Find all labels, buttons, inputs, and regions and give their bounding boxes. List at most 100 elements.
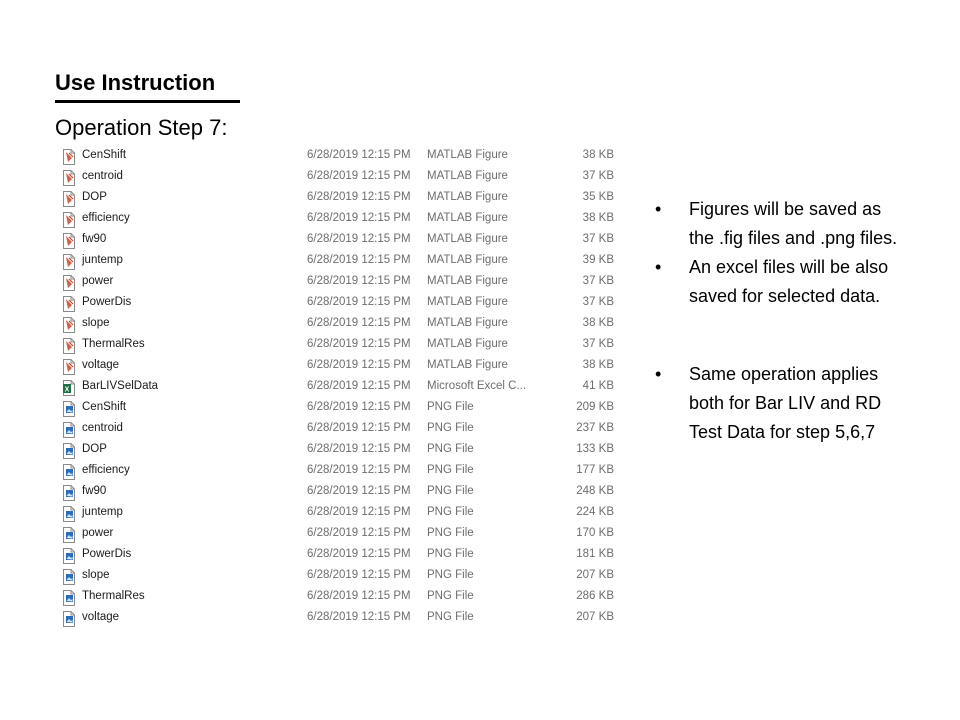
note-line: saved for selected data. — [689, 286, 881, 306]
file-date: 6/28/2019 12:15 PM — [307, 611, 411, 623]
file-size: 170 KB — [576, 527, 614, 539]
file-type: PNG File — [427, 401, 474, 413]
file-name: ThermalRes — [82, 590, 145, 602]
bullet-icon: • — [655, 257, 662, 277]
slide-title: Use Instruction — [55, 70, 216, 95]
file-name: slope — [82, 569, 110, 581]
file-name: centroid — [82, 170, 123, 182]
file-row[interactable]: slope 6/28/2019 12:15 PM MATLAB Figure 38 K… — [62, 313, 622, 334]
note-item: • An excel files will be also saved for … — [655, 253, 897, 311]
file-row[interactable]: fw90 6/28/2019 12:15 PM PNG File 248 KB — [62, 481, 622, 502]
file-type: PNG File — [427, 611, 474, 623]
file-size: 209 KB — [576, 401, 614, 413]
matlab-fig-icon — [62, 149, 76, 165]
file-date: 6/28/2019 12:15 PM — [307, 443, 411, 455]
file-date: 6/28/2019 12:15 PM — [307, 485, 411, 497]
file-row[interactable]: ThermalRes 6/28/2019 12:15 PM PNG File 286 … — [62, 586, 622, 607]
png-file-icon — [62, 527, 76, 543]
bullet-icon: • — [655, 364, 662, 384]
file-type: PNG File — [427, 590, 474, 602]
file-row[interactable]: juntemp 6/28/2019 12:15 PM MATLAB Figure 39… — [62, 250, 622, 271]
file-row[interactable]: juntemp 6/28/2019 12:15 PM PNG File 224 KB — [62, 502, 622, 523]
file-size: 37 KB — [582, 296, 614, 308]
file-name: PowerDis — [82, 296, 132, 308]
svg-text:X: X — [65, 387, 70, 394]
file-row[interactable]: voltage 6/28/2019 12:15 PM PNG File 207 KB — [62, 607, 622, 628]
file-type: Microsoft Excel C... — [427, 380, 527, 392]
file-type: MATLAB Figure — [427, 317, 508, 329]
file-row[interactable]: DOP 6/28/2019 12:15 PM PNG File 133 KB — [62, 439, 622, 460]
file-name: efficiency — [82, 212, 130, 224]
file-size: 38 KB — [582, 359, 614, 371]
notes-group-1: • Figures will be saved as the .fig file… — [655, 195, 897, 311]
file-size: 177 KB — [576, 464, 614, 476]
file-name: voltage — [82, 359, 120, 371]
file-row[interactable]: voltage 6/28/2019 12:15 PM MATLAB Figure 38… — [62, 355, 622, 376]
file-size: 181 KB — [576, 548, 614, 560]
file-size: 37 KB — [582, 338, 614, 350]
file-type: PNG File — [427, 569, 474, 581]
file-type: PNG File — [427, 464, 474, 476]
file-row[interactable]: ThermalRes 6/28/2019 12:15 PM MATLAB Figur… — [62, 334, 622, 355]
png-file-icon — [62, 569, 76, 585]
file-row[interactable]: PowerDis 6/28/2019 12:15 PM MATLAB Figure 3… — [62, 292, 622, 313]
file-date: 6/28/2019 12:15 PM — [307, 149, 411, 161]
file-type: MATLAB Figure — [427, 212, 508, 224]
file-type: MATLAB Figure — [427, 254, 508, 266]
matlab-fig-icon — [62, 191, 76, 207]
file-row[interactable]: DOP 6/28/2019 12:15 PM MATLAB Figure 35 KB — [62, 187, 622, 208]
file-date: 6/28/2019 12:15 PM — [307, 548, 411, 560]
png-file-icon — [62, 590, 76, 606]
file-row[interactable]: CenShift 6/28/2019 12:15 PM MATLAB Figure 3… — [62, 145, 622, 166]
png-file-icon — [62, 401, 76, 417]
file-row[interactable]: power 6/28/2019 12:15 PM MATLAB Figure 37 K… — [62, 271, 622, 292]
file-date: 6/28/2019 12:15 PM — [307, 569, 411, 581]
file-date: 6/28/2019 12:15 PM — [307, 233, 411, 245]
file-date: 6/28/2019 12:15 PM — [307, 401, 411, 413]
matlab-fig-icon — [62, 170, 76, 186]
file-size: 39 KB — [582, 254, 614, 266]
file-name: PowerDis — [82, 548, 132, 560]
file-name: BarLIVSelData — [82, 380, 159, 392]
file-row[interactable]: PowerDis 6/28/2019 12:15 PM PNG File 181 KB — [62, 544, 622, 565]
note-line: Test Data for step 5,6,7 — [689, 422, 876, 442]
file-type: MATLAB Figure — [427, 296, 508, 308]
file-row[interactable]: efficiency 6/28/2019 12:15 PM PNG File 177 … — [62, 460, 622, 481]
file-row[interactable]: X BarLIVSelData 6/28/2019 12:15 PM Microsof… — [62, 376, 622, 397]
file-date: 6/28/2019 12:15 PM — [307, 275, 411, 287]
file-size: 41 KB — [582, 380, 614, 392]
file-row[interactable]: centroid 6/28/2019 12:15 PM PNG File 237 KB — [62, 418, 622, 439]
note-item: • Figures will be saved as the .fig file… — [655, 195, 897, 253]
matlab-fig-icon — [62, 338, 76, 354]
file-row[interactable]: efficiency 6/28/2019 12:15 PM MATLAB Figur… — [62, 208, 622, 229]
png-file-icon — [62, 485, 76, 501]
matlab-fig-icon — [62, 317, 76, 333]
png-file-icon — [62, 464, 76, 480]
matlab-fig-icon — [62, 359, 76, 375]
file-row[interactable]: slope 6/28/2019 12:15 PM PNG File 207 KB — [62, 565, 622, 586]
png-file-icon — [62, 443, 76, 459]
file-size: 38 KB — [582, 317, 614, 329]
file-date: 6/28/2019 12:15 PM — [307, 527, 411, 539]
file-row[interactable]: centroid 6/28/2019 12:15 PM MATLAB Figure 3… — [62, 166, 622, 187]
file-name: juntemp — [82, 254, 123, 266]
file-name: power — [82, 275, 114, 287]
file-size: 248 KB — [576, 485, 614, 497]
slide-subtitle: Operation Step 7: — [55, 115, 228, 140]
file-row[interactable]: CenShift 6/28/2019 12:15 PM PNG File 209 KB — [62, 397, 622, 418]
file-row[interactable]: power 6/28/2019 12:15 PM PNG File 170 KB — [62, 523, 622, 544]
file-type: PNG File — [427, 422, 474, 434]
matlab-fig-icon — [62, 275, 76, 291]
file-date: 6/28/2019 12:15 PM — [307, 317, 411, 329]
file-row[interactable]: fw90 6/28/2019 12:15 PM MATLAB Figure 37 KB — [62, 229, 622, 250]
matlab-fig-icon — [62, 254, 76, 270]
file-size: 37 KB — [582, 275, 614, 287]
file-name: power — [82, 527, 114, 539]
file-name: slope — [82, 317, 110, 329]
matlab-fig-icon — [62, 296, 76, 312]
file-size: 38 KB — [582, 212, 614, 224]
file-date: 6/28/2019 12:15 PM — [307, 338, 411, 350]
file-name: efficiency — [82, 464, 130, 476]
file-list: CenShift 6/28/2019 12:15 PM MATLAB Figure 3… — [62, 145, 622, 628]
file-type: MATLAB Figure — [427, 275, 508, 287]
